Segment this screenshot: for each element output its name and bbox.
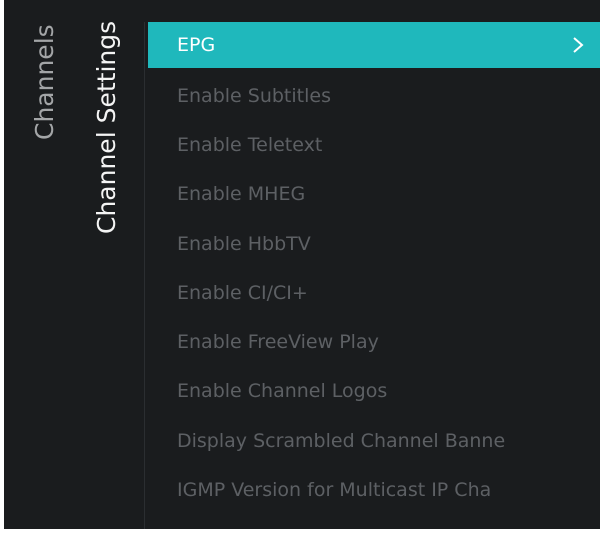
menu-item-label: Enable CI/CI+ bbox=[177, 281, 308, 304]
menu-item-enable-channel-logos[interactable]: Enable Channel Logos bbox=[148, 367, 600, 416]
breadcrumb-current-channel-settings[interactable]: Channel Settings bbox=[92, 21, 121, 234]
menu-item-epg[interactable]: EPG bbox=[148, 22, 600, 68]
menu-item-enable-mheg[interactable]: Enable MHEG bbox=[148, 170, 600, 219]
menu-item-label: IGMP Version for Multicast IP Cha bbox=[177, 479, 492, 502]
menu-item-label: Enable Channel Logos bbox=[177, 380, 388, 403]
menu-item-label: Enable Teletext bbox=[177, 133, 323, 156]
menu-item-enable-hbbtv[interactable]: Enable HbbTV bbox=[148, 219, 600, 268]
menu-divider bbox=[144, 22, 145, 529]
menu-item-label: Display Scrambled Channel Banne bbox=[177, 429, 506, 452]
menu-item-enable-teletext[interactable]: Enable Teletext bbox=[148, 120, 600, 169]
menu-item-label: EPG bbox=[177, 34, 216, 56]
menu-item-label: Enable FreeView Play bbox=[177, 331, 379, 354]
menu-item-enable-freeview-play[interactable]: Enable FreeView Play bbox=[148, 317, 600, 366]
channel-settings-menu: EPG Enable Subtitles Enable Teletext Ena… bbox=[148, 22, 600, 515]
menu-item-igmp-version[interactable]: IGMP Version for Multicast IP Cha bbox=[148, 465, 600, 514]
breadcrumb-parent-channels[interactable]: Channels bbox=[30, 24, 59, 140]
menu-item-label: Enable Subtitles bbox=[177, 84, 331, 107]
menu-item-label: Enable HbbTV bbox=[177, 232, 311, 255]
menu-item-label: Enable MHEG bbox=[177, 183, 306, 206]
menu-item-enable-ci[interactable]: Enable CI/CI+ bbox=[148, 268, 600, 317]
menu-item-enable-subtitles[interactable]: Enable Subtitles bbox=[148, 71, 600, 120]
chevron-right-icon bbox=[573, 37, 584, 53]
menu-item-display-scrambled-channel-banner[interactable]: Display Scrambled Channel Banne bbox=[148, 416, 600, 465]
tv-settings-screen: Channels Channel Settings EPG Enable Sub… bbox=[4, 0, 600, 529]
